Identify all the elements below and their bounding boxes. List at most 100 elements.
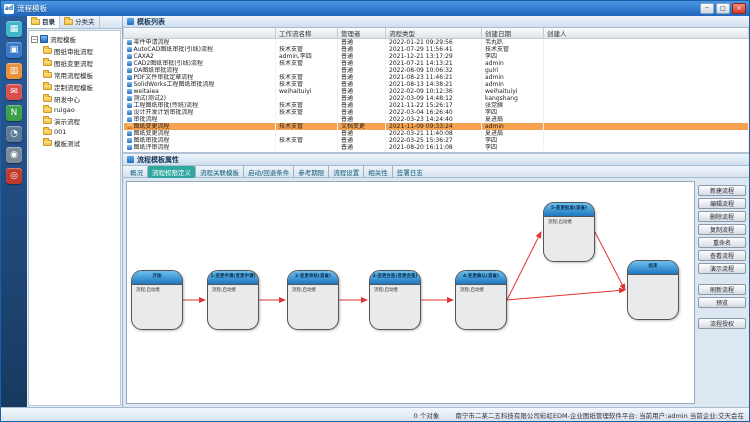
cell-workflow-name: weitaiea <box>124 88 276 95</box>
cell-created-date: 2022-03-04 16:26:40 <box>386 109 482 116</box>
tree-item[interactable]: 常用流程模板 <box>30 69 119 81</box>
cell-creator: 韦丸趴 <box>482 39 544 47</box>
table-row[interactable]: 图纸变更流程 技术支管 文档变更 2021-11-09 09:33:24 adm… <box>124 123 749 130</box>
folder-icon <box>43 96 52 102</box>
table-row[interactable]: OA图纸审批流程 普通 2022-08-09 10:06:32 gulri <box>124 67 749 74</box>
tree-root-item[interactable]: − 流程模板 <box>30 33 119 45</box>
cell-filler <box>544 137 749 144</box>
properties-tab[interactable]: 相关性 <box>363 166 392 178</box>
cell-manager <box>276 144 338 151</box>
cell-creator: 夏进扇 <box>482 130 544 137</box>
users-icon[interactable]: ◉ <box>6 147 22 163</box>
template-list-header: 模板列表 <box>123 16 749 28</box>
catalog-tab[interactable]: 目录 <box>27 16 60 28</box>
table-row[interactable]: SolidWorks工程图纸审批流程 技术支管 普通 2021-08-13 14… <box>124 81 749 88</box>
cell-created-date: 2022-03-25 15:36:27 <box>386 137 482 144</box>
properties-tab[interactable]: 流程权限定义 <box>147 166 195 178</box>
table-body: 零件申请流程 普通 2022-01-21 09:29:56 韦丸趴 AutoCA… <box>124 39 749 152</box>
properties-tab[interactable]: 启动/回退条件 <box>243 166 293 178</box>
maximize-button[interactable]: □ <box>716 3 730 14</box>
properties-tab[interactable]: 参考期限 <box>293 166 328 178</box>
tree-item-label: 常用流程模板 <box>54 70 93 80</box>
notes-icon[interactable]: N <box>6 105 22 121</box>
flow-action-button[interactable]: 查看流程 <box>698 250 746 261</box>
template-list-panel: 模板列表 工作流名称 <box>123 16 749 154</box>
cell-creator: gulri <box>482 67 544 74</box>
table-row[interactable]: 审批流程 普通 2022-03-23 14:24:40 夏进扇 <box>124 116 749 123</box>
cell-filler <box>544 116 749 123</box>
cell-filler <box>544 109 749 116</box>
table-header-row: 工作流名称 管理者 流程类型 创建日期 创建人 <box>124 28 749 39</box>
minimize-button[interactable]: ─ <box>700 3 714 14</box>
table-row[interactable]: 工程图纸审批(传统)流程 技术支管 普通 2021-11-22 15:26:17… <box>124 102 749 109</box>
flow-action-button[interactable]: 预览 <box>698 297 746 308</box>
monitor-icon[interactable]: ▣ <box>6 42 22 58</box>
cell-creator: 张党姨 <box>482 102 544 109</box>
table-row[interactable]: CAXA2 admin,李四 普通 2021-12-21 13:17:29 李四 <box>124 53 749 60</box>
properties-tab[interactable]: 概况 <box>126 166 147 178</box>
cell-filler <box>544 67 749 74</box>
tree-item[interactable]: 定制流程模板 <box>30 81 119 93</box>
tree-item[interactable]: ruigao <box>30 105 119 115</box>
folder-icon <box>43 118 52 124</box>
flow-action-button[interactable]: 删除流程 <box>698 211 746 222</box>
cell-manager: 技术支管 <box>276 74 338 81</box>
tree-expander-icon[interactable]: − <box>31 36 38 43</box>
cell-filler <box>544 144 749 151</box>
table-row[interactable]: weitaiea weihaituiyi 普通 2022-02-09 10:12… <box>124 88 749 95</box>
tree-item-label: 定制流程模板 <box>54 82 93 92</box>
tree-item[interactable]: 图纸变更流程 <box>30 57 119 69</box>
table-row[interactable]: 图纸评审流程 普通 2021-08-20 16:11:08 李四 <box>124 144 749 151</box>
tree-item[interactable]: 研发中心 <box>30 93 119 105</box>
cell-created-date: 2021-08-13 14:38:21 <box>386 81 482 88</box>
flow-action-button[interactable]: 复制流程 <box>698 224 746 235</box>
close-button[interactable]: × <box>732 3 746 14</box>
column-header[interactable]: 工作流名称 <box>276 28 338 39</box>
flow-node[interactable]: 4-变更确认(首查) 流程;启动者 <box>455 270 507 330</box>
table-row[interactable]: CAD2图纸审批(引线)流程 技术支管 普通 2021-07-21 14:13:… <box>124 60 749 67</box>
flow-node[interactable]: 1-变更申请(变更申请) 流程;启动者 <box>207 270 259 330</box>
column-header[interactable]: 流程类型 <box>386 28 482 39</box>
flow-node[interactable]: 5-变更批准(首查) 流程;启动者 <box>543 202 595 262</box>
table-row[interactable]: 测试(测试2) 普通 2022-03-09 14:48:12 kangshang <box>124 95 749 102</box>
workflow-icon <box>127 138 132 143</box>
flow-node[interactable]: 开始 流程;启动者 <box>131 270 183 330</box>
table-row[interactable]: PDF文件审批定章流程 技术支管 普通 2021-08-23 11:46:21 … <box>124 74 749 81</box>
table-row[interactable]: 设计开发计划审批流程 技术支管 普通 2022-03-04 16:26:40 李… <box>124 109 749 116</box>
flow-node[interactable]: 2-变更审核(首查) 流程;启动者 <box>287 270 339 330</box>
properties-tab[interactable]: 签署日志 <box>392 166 427 178</box>
table-row[interactable]: 图纸变更流程 普通 2022-03-21 11:40:08 夏进扇 <box>124 130 749 137</box>
properties-tab[interactable]: 流程设置 <box>328 166 363 178</box>
tree-item[interactable]: 001 <box>30 127 119 137</box>
column-header[interactable]: 创建人 <box>544 28 749 39</box>
catalog-tab[interactable]: 分类夹 <box>60 16 100 28</box>
tree-item[interactable]: 演示流程 <box>30 115 119 127</box>
flow-action-button[interactable]: 重命名 <box>698 237 746 248</box>
chart-icon[interactable]: ▥ <box>6 63 22 79</box>
cell-type: 普通 <box>338 95 386 102</box>
flow-node-subtitle: 流程;启动者 <box>456 285 506 295</box>
flow-action-button[interactable]: 演示流程 <box>698 263 746 274</box>
power-icon[interactable]: ◎ <box>6 168 22 184</box>
flow-node[interactable]: 3-变更会签(变更会签) 流程;启动者 <box>369 270 421 330</box>
folder-icon <box>43 48 52 54</box>
nav-icon-strip: ▦ ▣ ▥ ✉ N ◔ ◉ ◎ <box>1 16 27 407</box>
column-header[interactable]: 管理者 <box>338 28 386 39</box>
apps-icon[interactable]: ▦ <box>6 21 22 37</box>
workflow-icon <box>127 96 132 101</box>
table-row[interactable]: 零件申请流程 普通 2022-01-21 09:29:56 韦丸趴 <box>124 39 749 47</box>
cell-type: 普通 <box>338 137 386 144</box>
table-row[interactable]: AutoCAD图纸审批(引线)流程 技术支管 普通 2021-07-29 11:… <box>124 46 749 53</box>
flow-action-button[interactable]: 流程授权 <box>698 318 746 329</box>
flow-action-button[interactable]: 新建流程 <box>698 185 746 196</box>
tree-item[interactable]: 图纸审批流程 <box>30 45 119 57</box>
flow-action-button[interactable]: 编辑流程 <box>698 198 746 209</box>
clock-icon[interactable]: ◔ <box>6 126 22 142</box>
mail-icon[interactable]: ✉ <box>6 84 22 100</box>
properties-tab[interactable]: 流程关联模板 <box>195 166 243 178</box>
table-row[interactable]: 图纸审批流程 技术支管 普通 2022-03-25 15:36:27 李四 <box>124 137 749 144</box>
flow-node[interactable]: 结束 <box>627 260 679 320</box>
tree-item[interactable]: 模板测试 <box>30 137 119 149</box>
flow-action-button[interactable]: 刷新流程 <box>698 284 746 295</box>
column-header[interactable]: 创建日期 <box>482 28 544 39</box>
